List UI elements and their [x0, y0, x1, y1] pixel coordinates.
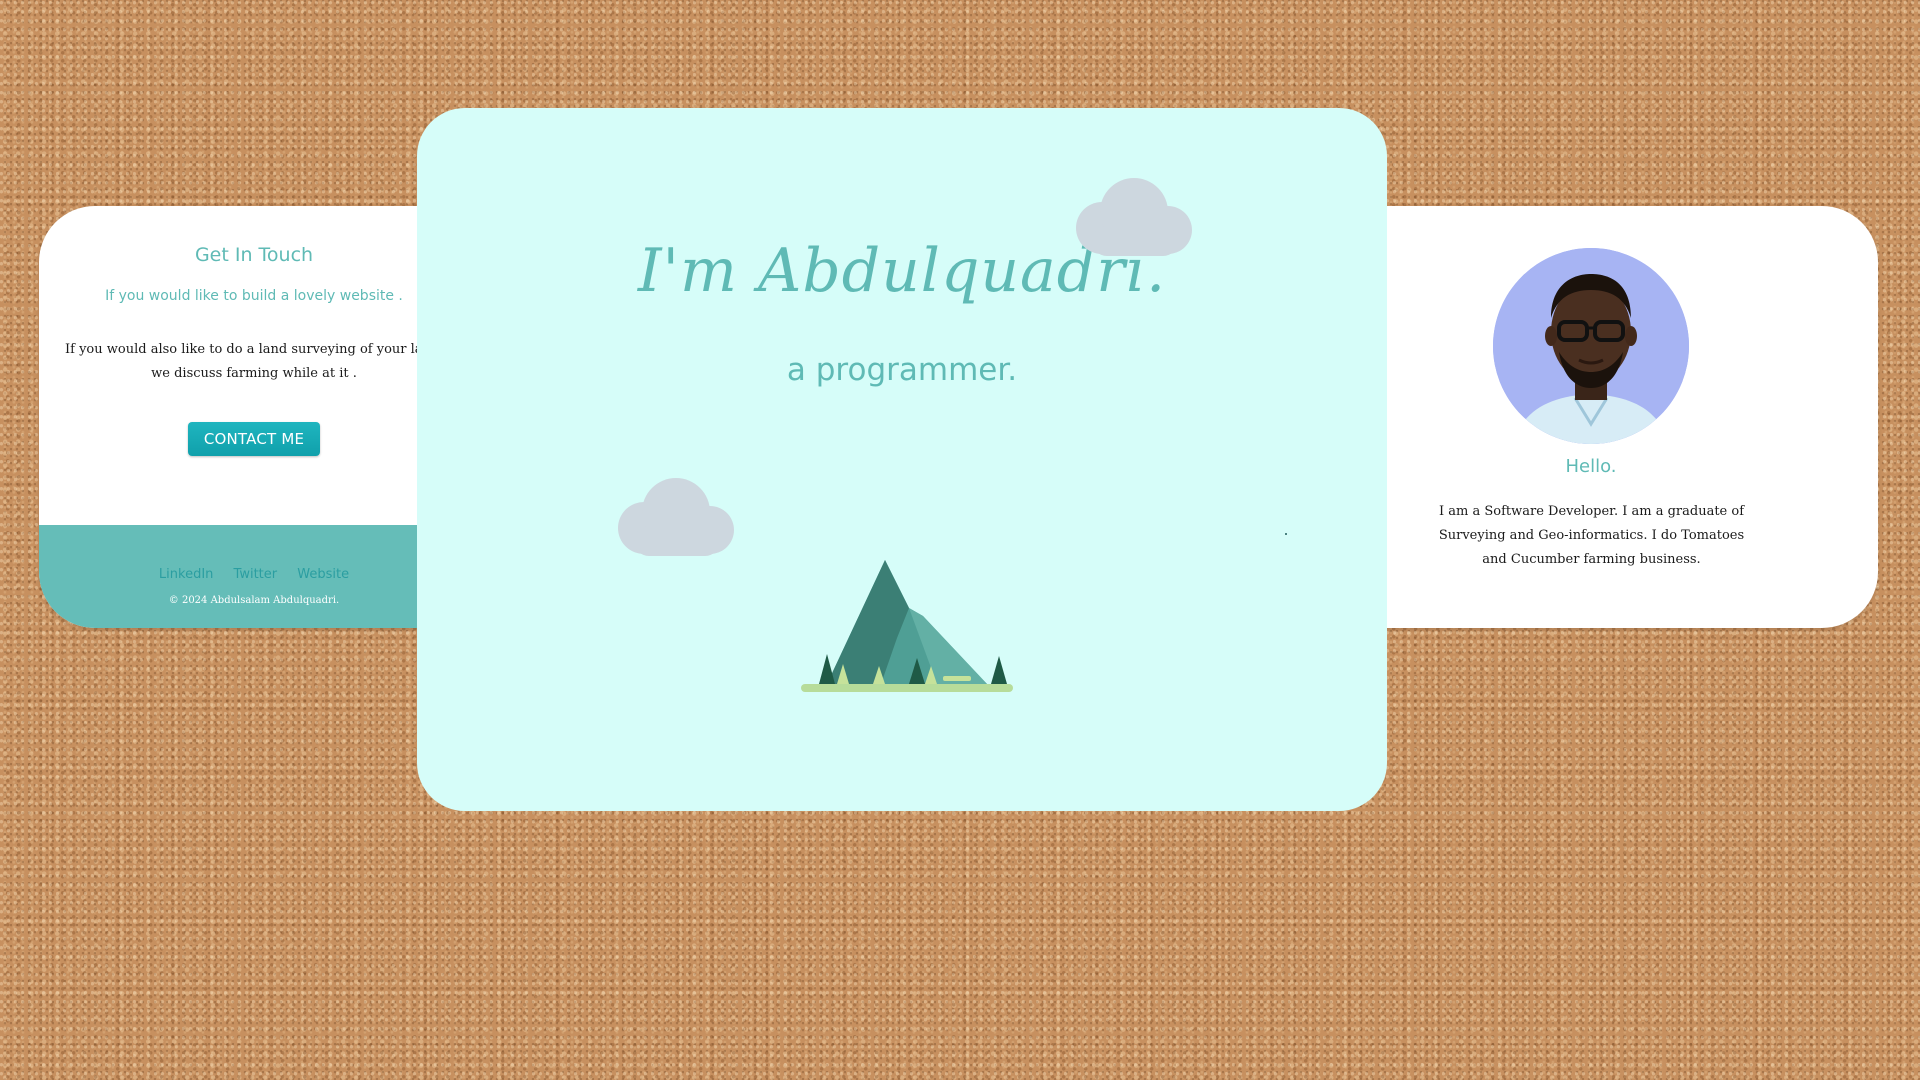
contact-me-button[interactable]: CONTACT ME — [188, 422, 320, 456]
footer-link-linkedin[interactable]: LinkedIn — [159, 567, 213, 582]
copyright-text: © 2024 Abdulsalam Abdulquadri. — [168, 595, 340, 606]
contact-subtitle: If you would like to build a lovely webs… — [105, 288, 403, 304]
about-title: Hello. — [1565, 456, 1617, 477]
footer-links: LinkedIn Twitter Website — [39, 567, 469, 582]
profile-photo — [1493, 248, 1689, 444]
contact-description-line: If you would also like to do a land surv… — [65, 342, 456, 357]
about-description-line: and Cucumber farming business. — [1482, 552, 1701, 567]
hero-subtitle: a programmer. — [786, 352, 1018, 388]
about-description: I am a Software Developer. I am a gradua… — [1425, 500, 1758, 572]
contact-description-line: we discuss farming while at it . — [151, 366, 357, 381]
footer-link-website[interactable]: Website — [297, 567, 349, 582]
contact-description: If you would also like to do a land surv… — [65, 338, 456, 386]
contact-title: Get In Touch — [194, 244, 314, 266]
cloud-icon — [618, 478, 734, 556]
about-description-line: I am a Software Developer. I am a gradua… — [1438, 504, 1745, 519]
hero-card: I'm Abdulquadri. a programmer. — [417, 108, 1387, 811]
decorative-dot — [1285, 533, 1287, 535]
hero-title: I'm Abdulquadri. — [637, 236, 1167, 306]
mountain-icon — [801, 560, 1013, 692]
cloud-icon — [1076, 178, 1192, 256]
about-description-line: Surveying and Geo-informatics. I do Toma… — [1438, 528, 1745, 543]
footer-link-twitter[interactable]: Twitter — [234, 567, 278, 582]
about-card: Hello. I am a Software Developer. I am a… — [1330, 206, 1878, 628]
